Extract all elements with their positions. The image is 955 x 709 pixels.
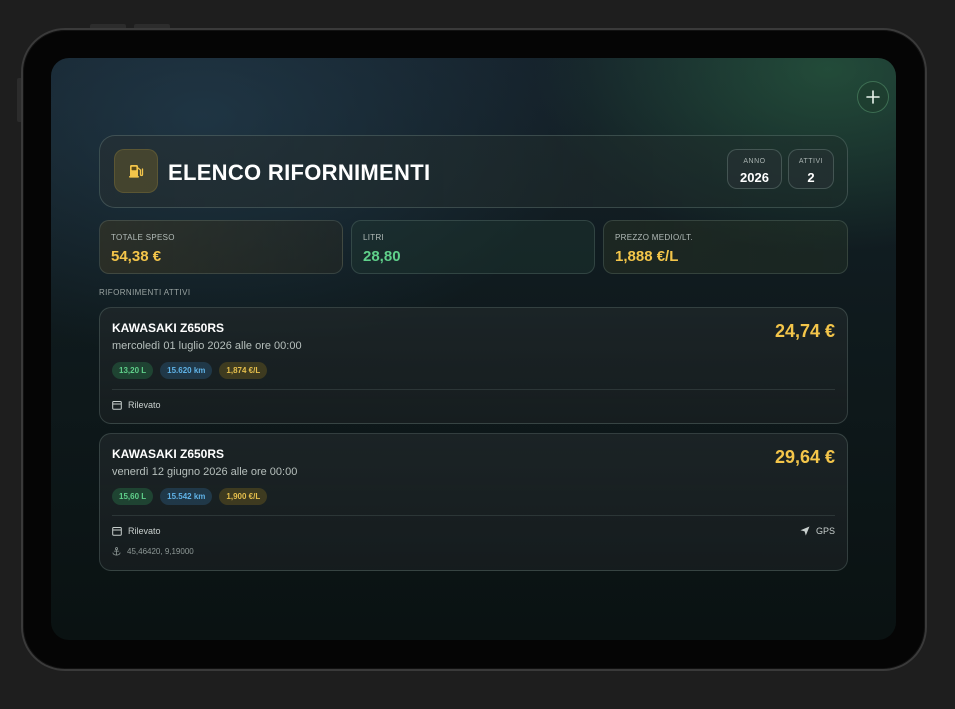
calendar-icon (112, 527, 122, 536)
stat-label: TOTALE SPESO (111, 233, 175, 242)
year-value: 2026 (740, 170, 769, 185)
page-header: ELENCO RIFORNIMENTI ANNO 2026 ATTIVI 2 (99, 135, 848, 208)
price-pill: 1,874 €/L (219, 362, 268, 379)
refuel-entry[interactable]: KAWASAKI Z650RS mercoledì 01 luglio 2026… (99, 307, 848, 424)
add-refuel-button[interactable] (857, 81, 889, 113)
entry-amount: 24,74 € (774, 321, 835, 341)
app-screen: ELENCO RIFORNIMENTI ANNO 2026 ATTIVI 2 T… (51, 58, 896, 640)
liters-pill: 13,20 L (112, 362, 154, 379)
entry-divider (112, 515, 835, 516)
fuel-pump-icon (129, 165, 144, 178)
entry-pills: 13,20 L 15.620 km 1,874 €/L (112, 362, 268, 379)
price-pill: 1,900 €/L (219, 488, 268, 505)
location-arrow-icon (800, 526, 810, 536)
entry-source-label: Rilevato (128, 400, 161, 410)
stat-label: PREZZO MEDIO/LT. (615, 233, 693, 242)
year-label: ANNO (743, 158, 766, 165)
year-chip[interactable]: ANNO 2026 (727, 149, 782, 189)
stat-liters: LITRI 28,80 (351, 220, 595, 274)
page-title: ELENCO RIFORNIMENTI (168, 160, 431, 185)
entry-date: mercoledì 01 luglio 2026 alle ore 00:00 (112, 340, 302, 352)
fuel-badge (114, 149, 158, 193)
stat-label: LITRI (363, 233, 385, 242)
entry-source: Rilevato (112, 400, 161, 410)
calendar-icon (112, 401, 122, 410)
entry-source: Rilevato (112, 526, 161, 536)
section-label: RIFORNIMENTI ATTIVI (99, 288, 191, 297)
liters-pill: 15,60 L (112, 488, 154, 505)
entry-coords-value: 45,46420, 9,19000 (127, 547, 194, 556)
entry-divider (112, 389, 835, 390)
entry-coords: 45,46420, 9,19000 (112, 547, 194, 556)
entry-location: GPS (800, 526, 835, 536)
active-label: ATTIVI (798, 158, 824, 165)
entry-vehicle: KAWASAKI Z650RS (112, 321, 225, 335)
entry-amount: 29,64 € (774, 447, 835, 467)
entry-location-label: GPS (815, 526, 835, 536)
km-pill: 15.542 km (160, 488, 213, 505)
plus-icon (866, 90, 880, 104)
stat-value: 1,888 €/L (615, 248, 679, 265)
km-pill: 15.620 km (160, 362, 213, 379)
stat-avg-price: PREZZO MEDIO/LT. 1,888 €/L (603, 220, 848, 274)
entry-source-label: Rilevato (128, 526, 161, 536)
active-chip[interactable]: ATTIVI 2 (788, 149, 834, 189)
entry-pills: 15,60 L 15.542 km 1,900 €/L (112, 488, 268, 505)
active-value: 2 (807, 170, 815, 185)
anchor-icon (112, 547, 121, 556)
entry-date: venerdì 12 giugno 2026 alle ore 00:00 (112, 466, 298, 478)
refuel-entry[interactable]: KAWASAKI Z650RS venerdì 12 giugno 2026 a… (99, 433, 848, 571)
stat-total-spent: TOTALE SPESO 54,38 € (99, 220, 343, 274)
stat-value: 54,38 € (111, 248, 162, 265)
stat-value: 28,80 (363, 248, 401, 265)
entry-vehicle: KAWASAKI Z650RS (112, 447, 225, 461)
